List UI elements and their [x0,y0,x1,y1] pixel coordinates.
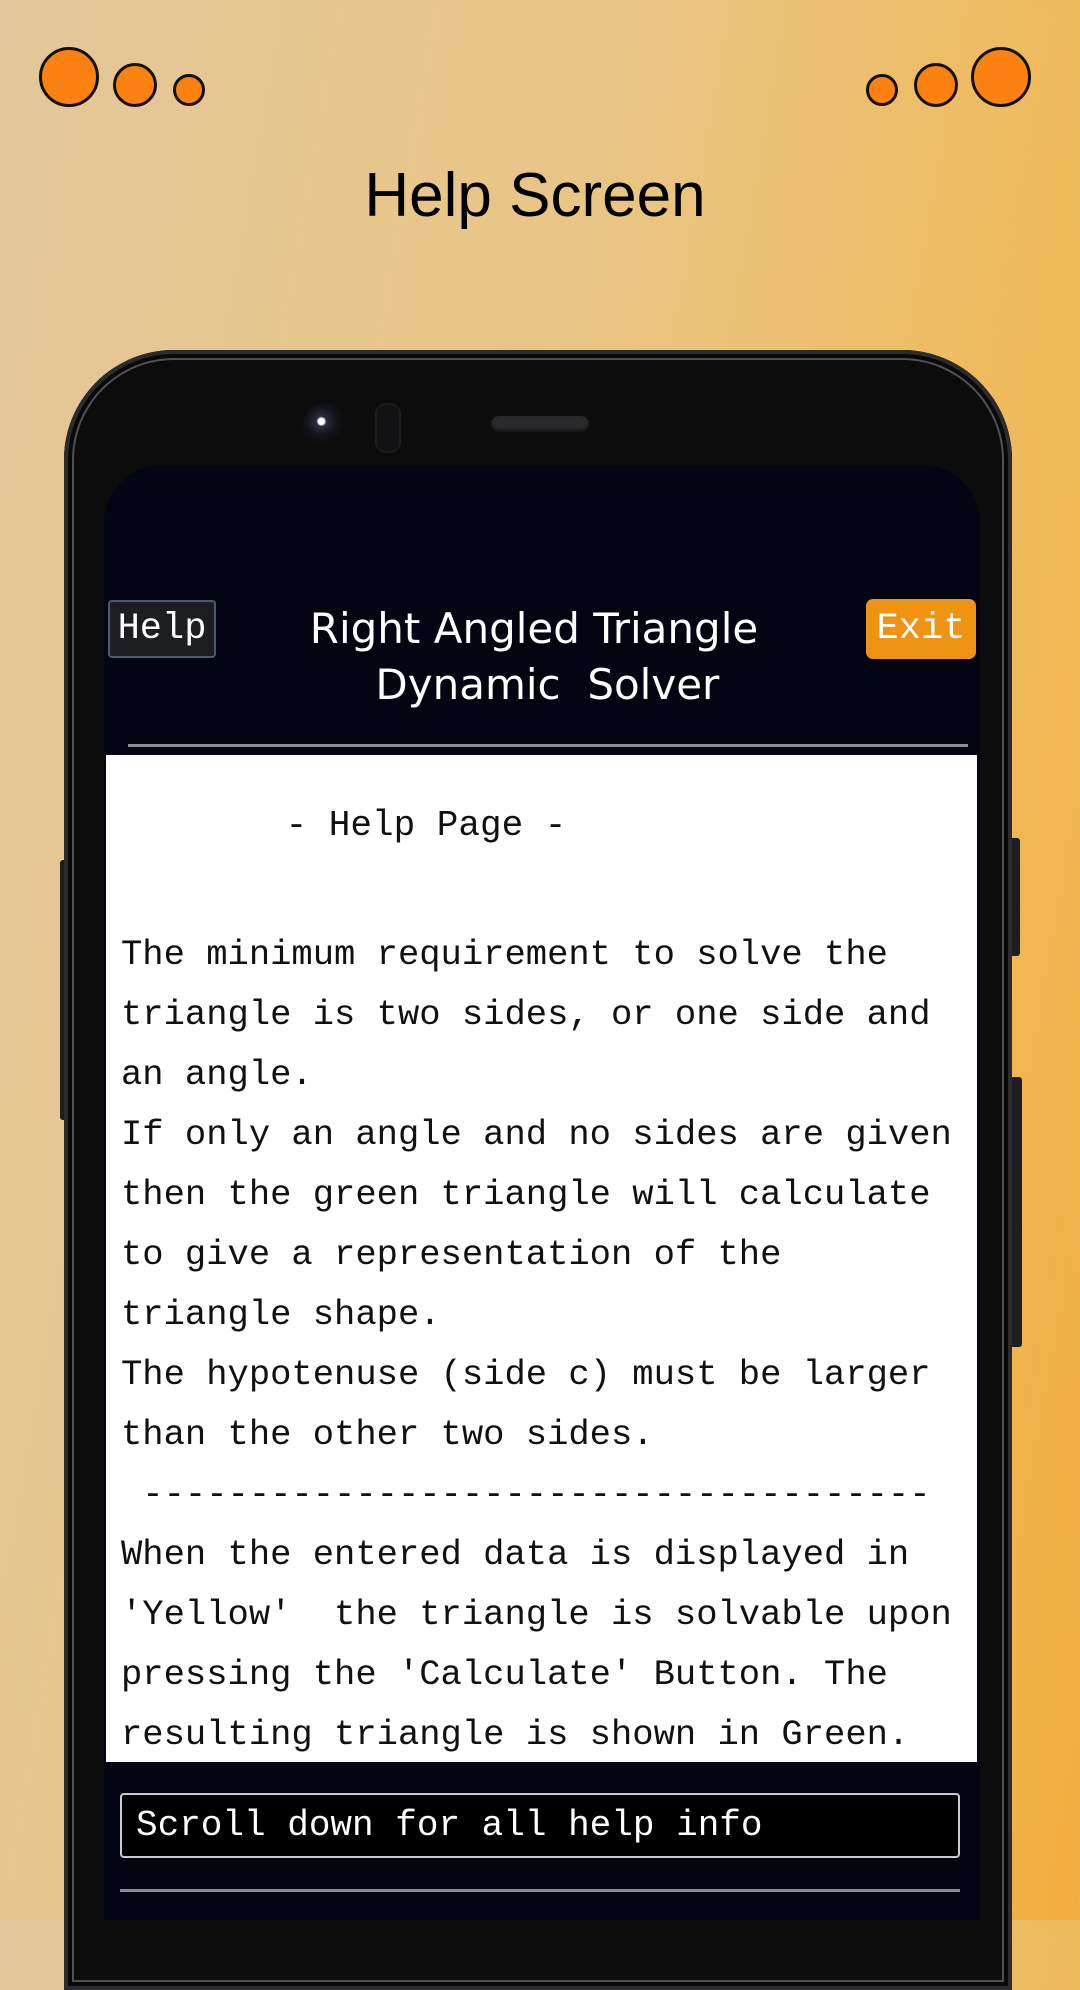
app-screen: Help Right Angled Triangle Dynamic Solve… [104,465,980,1920]
help-line: If only an angle and no sides are given [121,1114,952,1155]
small-dot-icon [173,74,205,106]
help-line: then the green triangle will calculate [121,1174,931,1215]
big-dot-icon [39,47,99,107]
help-line: The hypotenuse (side c) must be larger [121,1354,931,1395]
help-line: pressing the 'Calculate' Button. The [121,1654,888,1695]
medium-dot-icon [914,63,958,107]
small-dot-icon [866,74,898,106]
help-line: triangle is two sides, or one side and [121,994,931,1035]
help-line: When the entered data is displayed in [121,1534,910,1575]
help-content-panel[interactable]: - Help Page - The minimum requirement to… [106,755,977,1762]
exit-button[interactable]: Exit [866,599,976,659]
help-text: The minimum requirement to solve the tri… [121,925,977,1762]
help-separator: ------------------------------------- [121,1474,931,1515]
help-button[interactable]: Help [108,600,216,658]
help-line: The minimum requirement to solve the [121,934,888,975]
help-line: than the other two sides. [121,1414,654,1455]
sensor-icon [375,403,401,453]
app-title: Right Angled Triangle Dynamic Solver [309,604,759,709]
page-title: Help Screen [364,161,706,230]
help-line: triangle shape. [121,1294,441,1335]
scroll-hint-field: Scroll down for all help info [120,1793,960,1858]
help-line: resulting triangle is shown in Green. [121,1714,910,1755]
help-line: an angle. [121,1054,313,1095]
help-line: to give a representation of the [121,1234,782,1275]
footer-divider [120,1889,960,1892]
help-line: 'Yellow' the triangle is solvable upon [121,1594,952,1635]
medium-dot-icon [113,63,157,107]
speaker-grille [491,416,589,432]
header-divider [128,744,968,747]
big-dot-icon [971,47,1031,107]
help-heading: - Help Page - [285,805,567,846]
camera-icon [303,403,349,449]
